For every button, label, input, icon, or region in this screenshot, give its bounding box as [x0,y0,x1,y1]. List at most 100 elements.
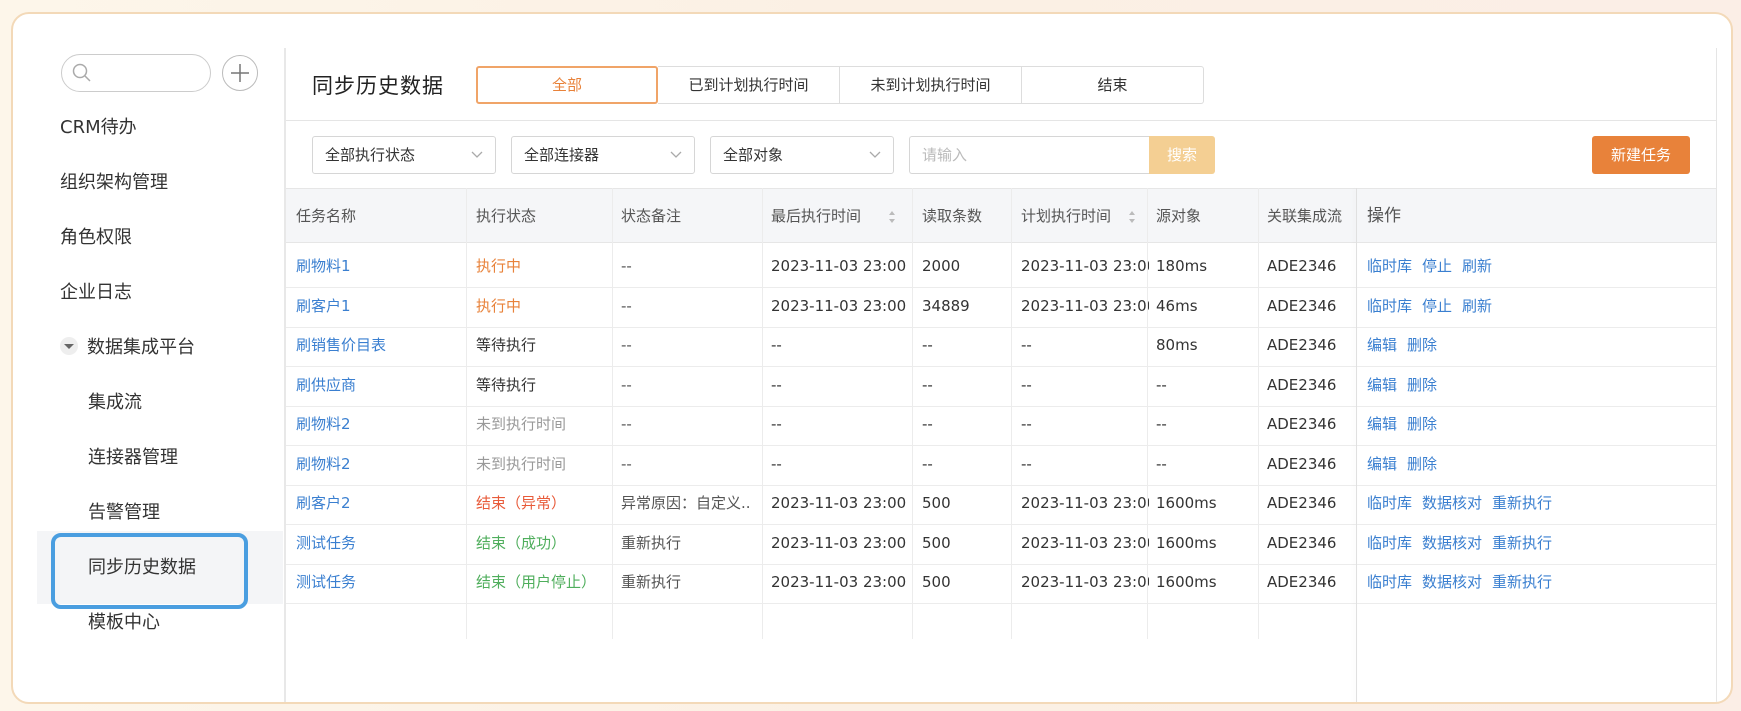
content-right-border [1716,48,1717,702]
read-count: 34889 [922,296,970,315]
action-link[interactable]: 数据核对 [1422,573,1482,591]
fixed-column-divider [1356,188,1357,702]
plan-exec-time: 2023-11-03 23:00 [1021,296,1149,315]
last-exec-time: 2023-11-03 23:00 [771,533,907,552]
linked-flow: ADE2346 [1267,494,1337,512]
linked-flow: ADE2346 [1267,375,1337,394]
action-link[interactable]: 编辑 [1367,415,1397,433]
table-row: 刷供应商 等待执行 -- -- -- -- -- ADE2346 编辑 删除 [286,363,1717,407]
add-button[interactable] [222,55,258,91]
read-count: -- [922,454,933,473]
action-link[interactable]: 删除 [1407,376,1437,394]
task-name-link[interactable]: 刷物料1 [296,244,351,288]
col-last-exec-time[interactable]: 最后执行时间 [771,189,861,244]
search-input[interactable]: 请输入 [909,136,1149,174]
action-link[interactable]: 编辑 [1367,336,1397,354]
table-row: 刷客户2 结束（异常） 异常原因：自定义.. 2023-11-03 23:00 500 2… [286,481,1717,525]
action-link[interactable]: 删除 [1407,415,1437,433]
plan-exec-time: 2023-11-03 23:00 [1021,257,1149,275]
connector-select[interactable]: 全部连接器 [511,136,695,174]
status-note: -- [621,415,632,433]
action-link[interactable]: 重新执行 [1492,534,1552,552]
tab-not-reached-plan-time[interactable]: 未到计划执行时间 [840,66,1022,104]
action-link[interactable]: 临时库 [1367,573,1412,591]
main-content: 同步历史数据 全部 已到计划执行时间 未到计划执行时间 结束 全部执行状态 全部… [286,48,1717,702]
search-icon [72,63,91,82]
sidebar: CRM待办 组织架构管理 角色权限 企业日志 数据集成平台 集成流 连接器管理 … [13,14,283,702]
sidebar-item-alert-management[interactable]: 告警管理 [88,495,160,531]
col-status-note: 状态备注 [621,207,682,225]
sidebar-item-crm-todo[interactable]: CRM待办 [60,110,137,146]
action-link[interactable]: 数据核对 [1422,534,1482,552]
status-tabs: 全部 已到计划执行时间 未到计划执行时间 结束 [476,66,1204,104]
sort-icon[interactable] [1128,210,1136,224]
tab-ended[interactable]: 结束 [1022,66,1204,104]
sidebar-item-template-center[interactable]: 模板中心 [88,605,160,641]
action-link[interactable]: 临时库 [1367,494,1412,512]
sidebar-group-data-integration[interactable]: 数据集成平台 [60,330,195,366]
source-object: -- [1156,415,1167,433]
action-link[interactable]: 临时库 [1367,534,1412,552]
exec-status-text: 执行中 [476,257,522,275]
exec-status-text: 未到执行时间 [476,415,567,433]
table-row: 刷物料2 未到执行时间 -- -- -- -- -- ADE2346 编辑 删除 [286,402,1717,446]
row-actions: 临时库 数据核对 重新执行 [1367,481,1562,525]
source-object: 1600ms [1156,573,1217,591]
task-name-link[interactable]: 刷物料2 [296,402,351,446]
source-object: 80ms [1156,336,1198,354]
connector-value: 全部连接器 [524,146,600,164]
action-link[interactable]: 刷新 [1462,297,1492,315]
row-actions: 临时库 数据核对 重新执行 [1367,521,1562,565]
new-task-button[interactable]: 新建任务 [1592,136,1690,174]
sort-icon[interactable] [888,210,896,224]
row-actions: 编辑 删除 [1367,323,1447,367]
action-link[interactable]: 刷新 [1462,257,1492,275]
action-link[interactable]: 重新执行 [1492,494,1552,512]
row-actions: 临时库 停止 刷新 [1367,284,1502,328]
exec-status-text: 结束（成功） [476,533,567,552]
action-link[interactable]: 删除 [1407,455,1437,473]
sidebar-item-org-structure[interactable]: 组织架构管理 [60,165,168,201]
action-link[interactable]: 删除 [1407,336,1437,354]
read-count: 500 [922,533,951,552]
sidebar-item-enterprise-log[interactable]: 企业日志 [60,275,132,311]
task-name-link[interactable]: 刷客户1 [296,284,351,328]
sidebar-group-label: 数据集成平台 [87,337,195,358]
status-note: -- [621,257,632,275]
action-link[interactable]: 数据核对 [1422,494,1482,512]
action-link[interactable]: 编辑 [1367,376,1397,394]
sidebar-item-role-permissions[interactable]: 角色权限 [60,220,132,256]
sidebar-item-integration-flow[interactable]: 集成流 [88,385,142,421]
row-actions: 编辑 删除 [1367,442,1447,486]
action-link[interactable]: 重新执行 [1492,573,1552,591]
col-plan-exec-time[interactable]: 计划执行时间 [1021,189,1111,244]
plan-exec-time: -- [1021,454,1032,473]
sidebar-search-input[interactable] [61,54,211,92]
action-link[interactable]: 临时库 [1367,257,1412,275]
action-link[interactable]: 停止 [1422,257,1452,275]
object-select[interactable]: 全部对象 [710,136,894,174]
task-name-link[interactable]: 刷供应商 [296,363,356,407]
task-name-link[interactable]: 刷销售价目表 [296,323,386,367]
search-button[interactable]: 搜索 [1149,136,1215,174]
page-title: 同步历史数据 [312,74,444,98]
action-link[interactable]: 编辑 [1367,455,1397,473]
status-note: -- [621,454,632,473]
task-name-link[interactable]: 测试任务 [296,560,356,604]
task-name-link[interactable]: 刷物料2 [296,442,351,486]
tab-reached-plan-time[interactable]: 已到计划执行时间 [658,66,840,104]
plan-exec-time: -- [1021,415,1032,433]
row-actions: 编辑 删除 [1367,363,1447,407]
task-name-link[interactable]: 刷客户2 [296,481,351,525]
exec-status-select[interactable]: 全部执行状态 [312,136,496,174]
task-name-link[interactable]: 测试任务 [296,521,356,565]
action-link[interactable]: 停止 [1422,297,1452,315]
source-object: -- [1156,375,1167,394]
plan-exec-time: 2023-11-03 23:00 [1021,494,1149,512]
tab-all[interactable]: 全部 [476,66,658,104]
action-link[interactable]: 临时库 [1367,297,1412,315]
exec-status-value: 全部执行状态 [325,146,416,164]
sidebar-item-connector-management[interactable]: 连接器管理 [88,440,178,476]
last-exec-time: -- [771,454,782,473]
last-exec-time: -- [771,336,782,354]
